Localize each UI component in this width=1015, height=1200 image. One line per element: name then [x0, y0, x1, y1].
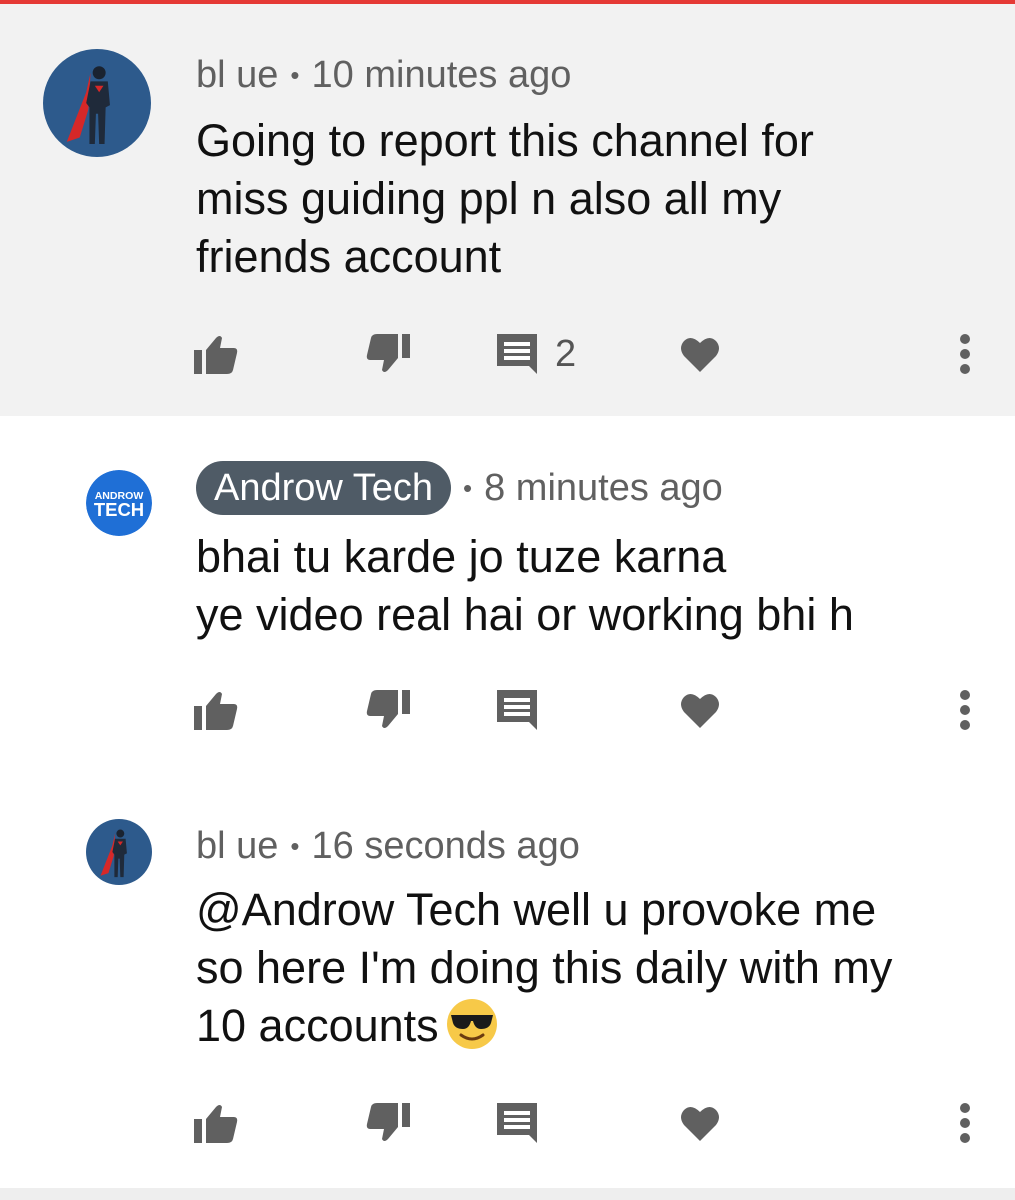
smiling-face-with-sunglasses-icon [446, 999, 497, 1049]
more-vertical-icon [960, 334, 970, 374]
reply-comment-icon [497, 1103, 537, 1143]
channel-owner-badge[interactable]: Androw Tech [196, 461, 451, 515]
avatar-label-bottom: TECH [94, 499, 144, 520]
reply-button[interactable]: 2 [497, 324, 576, 384]
thumbs-down-icon [366, 334, 410, 372]
thumbs-down-icon [366, 690, 410, 728]
reply-button[interactable] [497, 1093, 537, 1153]
heart-icon [681, 693, 719, 728]
comment-text: Going to report this channel for miss gu… [196, 115, 814, 282]
comment-meta: Androw Tech • 8 minutes ago [196, 460, 723, 516]
thumbs-up-icon [194, 1105, 238, 1143]
thumbs-up-icon [194, 336, 238, 374]
heart-button[interactable] [680, 324, 720, 384]
superman-avatar-icon[interactable] [86, 819, 152, 885]
comment-author[interactable]: bl ue [196, 54, 278, 97]
more-vertical-icon [960, 690, 970, 730]
comment-item: ANDROW TECH Androw Tech • 8 minutes ago … [0, 416, 1015, 771]
like-button[interactable] [194, 324, 238, 384]
heart-icon [681, 1106, 719, 1141]
more-options-button[interactable] [950, 680, 980, 740]
superman-avatar-icon[interactable] [43, 49, 151, 157]
reply-button[interactable] [497, 680, 537, 740]
thumbs-up-icon [194, 692, 238, 730]
thumbs-down-icon [366, 1103, 410, 1141]
comment-meta: bl ue • 16 seconds ago [196, 823, 580, 869]
comment-text-body: @Androw Tech well u provoke me so here I… [196, 884, 893, 1051]
comment-text: bhai tu karde jo tuze karna ye video rea… [196, 531, 854, 640]
comment-actions [0, 1093, 1015, 1153]
dislike-button[interactable] [366, 324, 410, 384]
comment-item: bl ue • 16 seconds ago @Androw Tech well… [0, 771, 1015, 1188]
more-options-button[interactable] [950, 324, 980, 384]
comment-actions [0, 680, 1015, 740]
comment-time[interactable]: 8 minutes ago [484, 467, 723, 510]
dislike-button[interactable] [366, 1093, 410, 1153]
heart-icon [681, 337, 719, 372]
reply-count[interactable]: 2 [555, 333, 576, 376]
comment-actions: 2 [0, 324, 1015, 384]
heart-button[interactable] [680, 680, 720, 740]
reply-comment-icon [497, 334, 537, 374]
comment-time[interactable]: 10 minutes ago [312, 54, 572, 97]
more-vertical-icon [960, 1103, 970, 1143]
like-button[interactable] [194, 680, 238, 740]
dislike-button[interactable] [366, 680, 410, 740]
androw-tech-avatar-icon[interactable]: ANDROW TECH [86, 470, 152, 536]
comment-text: @Androw Tech well u provoke me so here I… [196, 881, 996, 1055]
like-button[interactable] [194, 1093, 238, 1153]
meta-separator: • [290, 59, 300, 90]
bottom-divider [0, 1188, 1015, 1200]
comment-author[interactable]: bl ue [196, 825, 278, 868]
comment-meta: bl ue • 10 minutes ago [196, 52, 571, 98]
comment-item: bl ue • 10 minutes ago Going to report t… [0, 4, 1015, 416]
meta-separator: • [290, 830, 300, 861]
comment-time[interactable]: 16 seconds ago [312, 825, 580, 868]
meta-separator: • [462, 472, 473, 503]
more-options-button[interactable] [950, 1093, 980, 1153]
heart-button[interactable] [680, 1093, 720, 1153]
reply-comment-icon [497, 690, 537, 730]
